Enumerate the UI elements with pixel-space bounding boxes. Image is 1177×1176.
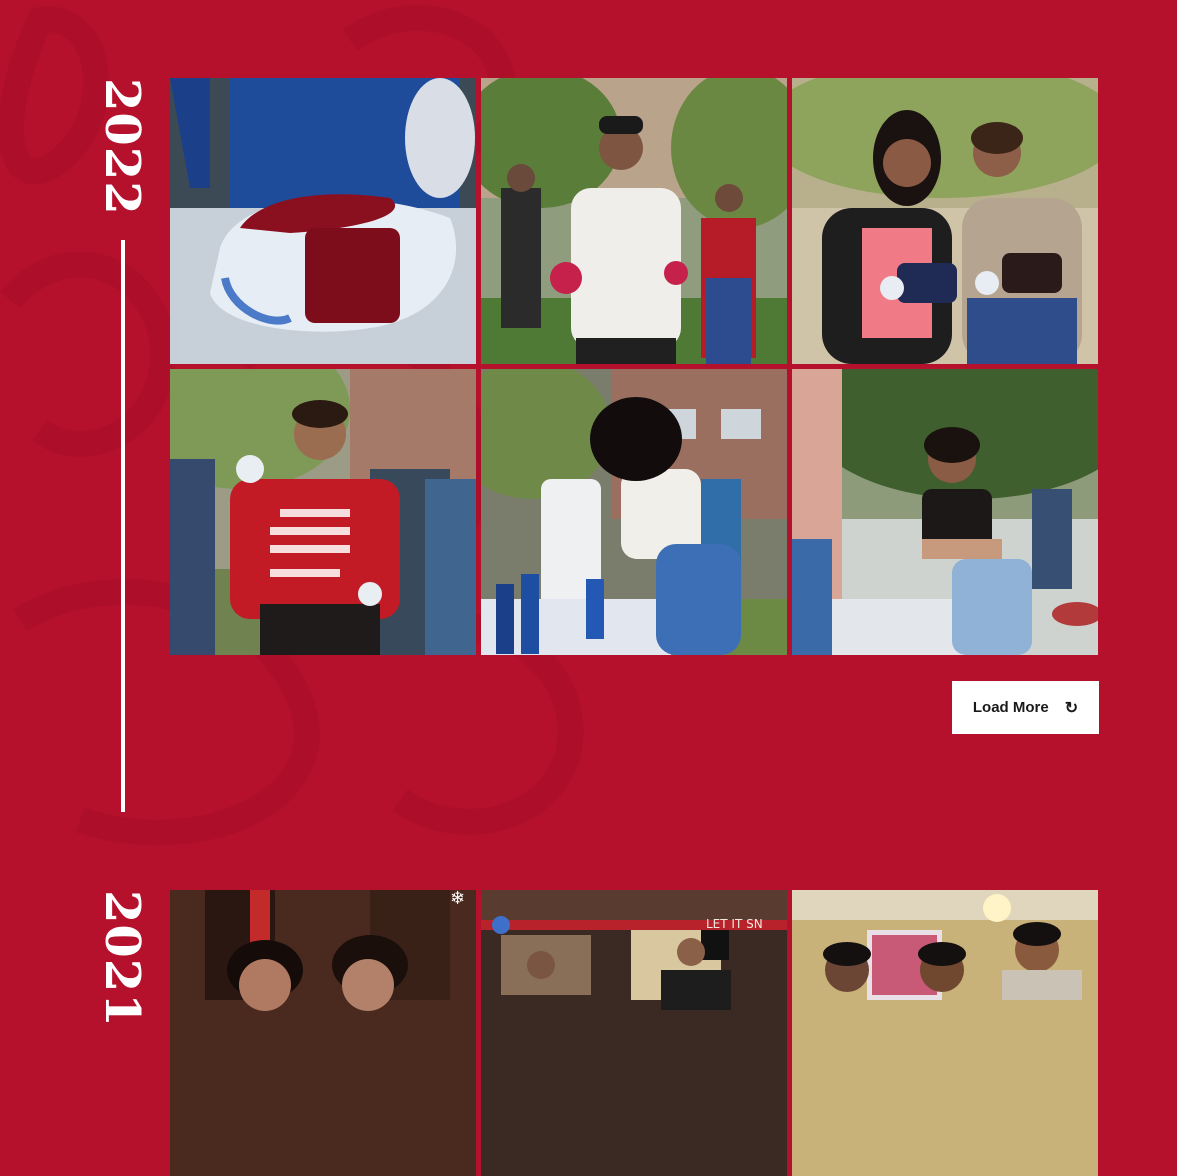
holiday-students-photo-icon: ❄ — [170, 890, 476, 1176]
tie-dye-shirt-photo-icon — [170, 78, 476, 364]
load-more-label: Load More — [972, 699, 1049, 716]
svg-text:LET IT SN: LET IT SN — [706, 917, 763, 931]
timeline-divider — [121, 240, 125, 812]
student-bulldogs-shirt-photo-icon — [170, 369, 476, 655]
photo-gallery — [170, 78, 1099, 655]
two-students-photo-icon — [792, 78, 1098, 364]
gallery-photo[interactable] — [170, 78, 476, 364]
gallery-photo[interactable] — [481, 369, 787, 655]
refresh-icon: ↻ — [1064, 699, 1079, 717]
gallery-photo[interactable] — [792, 890, 1098, 1176]
year-heading: 2021 — [94, 890, 150, 1028]
students-group-photo-icon — [792, 890, 1098, 1176]
gallery-photo[interactable] — [481, 78, 787, 364]
year-heading: 2022 — [94, 78, 150, 216]
holiday-party-photo-icon: LET IT SN — [481, 890, 787, 1176]
student-with-tie-dye-photo-icon — [481, 78, 787, 364]
student-at-table-photo-icon — [792, 369, 1098, 655]
gallery-photo[interactable] — [792, 369, 1098, 655]
svg-text:❄: ❄ — [450, 890, 465, 909]
load-more-button[interactable]: Load More ↻ — [952, 681, 1099, 734]
student-dyeing-shirt-photo-icon — [481, 369, 787, 655]
gallery-photo[interactable] — [170, 369, 476, 655]
gallery-photo[interactable]: LET IT SN — [481, 890, 787, 1176]
photo-gallery: ❄ LET IT SN — [170, 890, 1099, 1176]
gallery-photo[interactable] — [792, 78, 1098, 364]
gallery-photo[interactable]: ❄ — [170, 890, 476, 1176]
